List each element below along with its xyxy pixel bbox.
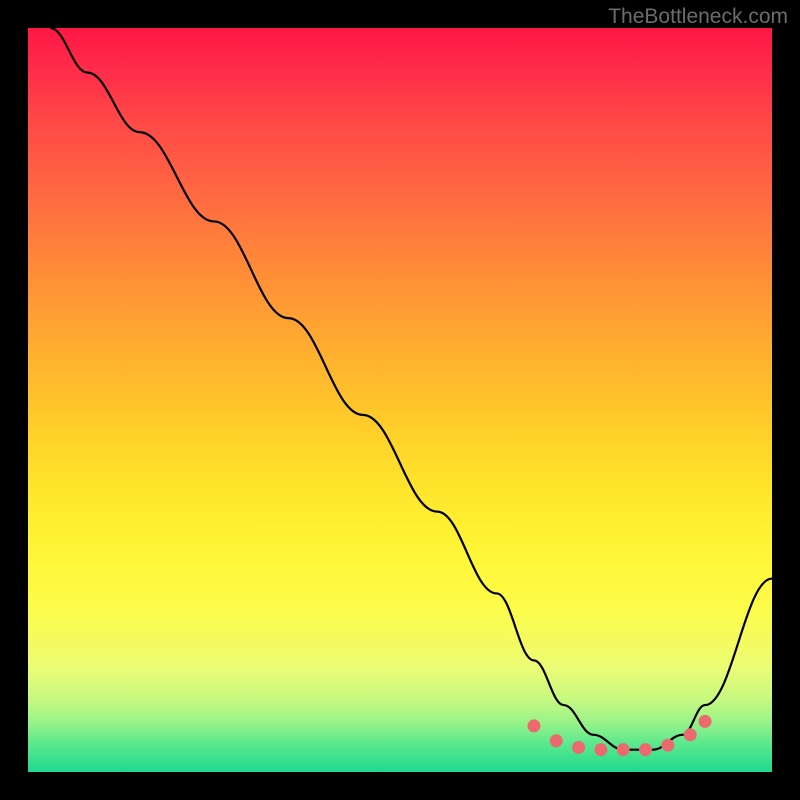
valley-marker	[699, 715, 712, 728]
valley-marker	[661, 739, 674, 752]
chart-svg	[28, 28, 772, 772]
valley-marker	[594, 743, 607, 756]
valley-markers	[527, 715, 711, 756]
chart-plot-area	[28, 28, 772, 772]
valley-marker	[639, 743, 652, 756]
valley-marker	[572, 741, 585, 754]
valley-marker	[550, 734, 563, 747]
valley-marker	[617, 743, 630, 756]
valley-marker	[527, 719, 540, 732]
bottleneck-line	[50, 28, 772, 750]
watermark-text: TheBottleneck.com	[608, 5, 788, 29]
valley-marker	[684, 728, 697, 741]
